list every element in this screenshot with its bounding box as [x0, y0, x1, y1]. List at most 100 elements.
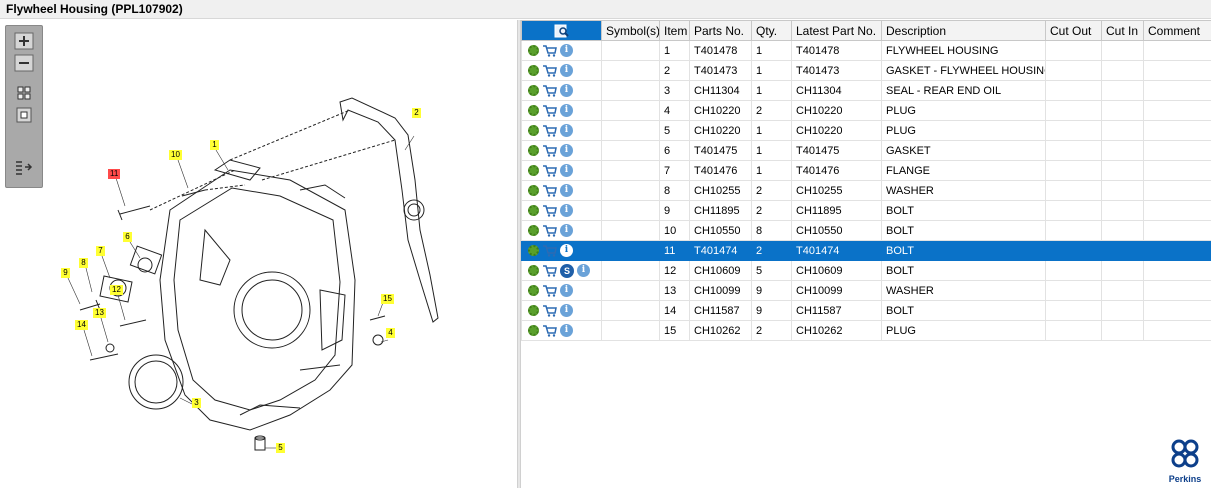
- shopping-cart-icon[interactable]: [542, 84, 557, 97]
- table-row[interactable]: i 9 CH11895 2 CH11895 BOLT: [521, 200, 1211, 221]
- latest-part-number-cell: CH11895: [791, 200, 882, 221]
- callout-10[interactable]: 10: [169, 150, 182, 160]
- table-row[interactable]: i 5 CH10220 1 CH10220 PLUG: [521, 120, 1211, 141]
- shopping-cart-icon[interactable]: [542, 164, 557, 177]
- info-icon[interactable]: i: [560, 164, 573, 177]
- col-latest-part-no[interactable]: Latest Part No.: [791, 20, 882, 41]
- shopping-cart-icon[interactable]: [542, 104, 557, 117]
- table-row[interactable]: i 14 CH11587 9 CH11587 BOLT: [521, 300, 1211, 321]
- gear-icon[interactable]: [528, 65, 539, 76]
- symbols-cell: [601, 280, 660, 301]
- cut-out-cell: [1045, 280, 1102, 301]
- cut-in-cell: [1101, 60, 1144, 81]
- row-actions: i: [521, 160, 602, 181]
- table-row[interactable]: i 11 T401474 2 T401474 BOLT: [521, 240, 1211, 261]
- shopping-cart-icon[interactable]: [542, 204, 557, 217]
- callout-5[interactable]: 5: [276, 443, 285, 453]
- info-icon[interactable]: i: [560, 84, 573, 97]
- gear-icon[interactable]: [528, 105, 539, 116]
- callout-13[interactable]: 13: [93, 308, 106, 318]
- row-actions: i: [521, 280, 602, 301]
- col-parts-no[interactable]: Parts No.: [689, 20, 752, 41]
- item-cell: 8: [659, 180, 690, 201]
- info-icon[interactable]: i: [560, 304, 573, 317]
- supersession-icon[interactable]: S: [560, 263, 574, 278]
- callout-3[interactable]: 3: [192, 398, 201, 408]
- table-row[interactable]: i 4 CH10220 2 CH10220 PLUG: [521, 100, 1211, 121]
- col-comment[interactable]: Comment: [1143, 20, 1211, 41]
- table-row[interactable]: i 8 CH10255 2 CH10255 WASHER: [521, 180, 1211, 201]
- info-icon[interactable]: i: [560, 44, 573, 57]
- symbols-cell: [601, 180, 660, 201]
- part-number-cell: CH10220: [689, 100, 752, 121]
- table-row[interactable]: i 6 T401475 1 T401475 GASKET: [521, 140, 1211, 161]
- gear-icon[interactable]: [528, 205, 539, 216]
- table-row[interactable]: i 1 T401478 1 T401478 FLYWHEEL HOUSING: [521, 40, 1211, 61]
- shopping-cart-icon[interactable]: [542, 284, 557, 297]
- info-icon[interactable]: i: [560, 324, 573, 337]
- table-row[interactable]: Si 12 CH10609 5 CH10609 BOLT: [521, 260, 1211, 281]
- shopping-cart-icon[interactable]: [542, 184, 557, 197]
- callout-7[interactable]: 7: [96, 246, 105, 256]
- shopping-cart-icon[interactable]: [542, 304, 557, 317]
- info-icon[interactable]: i: [560, 64, 573, 77]
- shopping-cart-icon[interactable]: [542, 324, 557, 337]
- gear-icon[interactable]: [528, 145, 539, 156]
- callout-14[interactable]: 14: [75, 320, 88, 330]
- gear-icon[interactable]: [528, 225, 539, 236]
- gear-icon[interactable]: [528, 185, 539, 196]
- callout-8[interactable]: 8: [79, 258, 88, 268]
- col-cut-in[interactable]: Cut In: [1101, 20, 1144, 41]
- info-icon[interactable]: i: [560, 144, 573, 157]
- gear-icon[interactable]: [528, 85, 539, 96]
- shopping-cart-icon[interactable]: [542, 264, 557, 277]
- table-row[interactable]: i 3 CH11304 1 CH11304 SEAL - REAR END OIL: [521, 80, 1211, 101]
- info-icon[interactable]: i: [560, 184, 573, 197]
- shopping-cart-icon[interactable]: [542, 144, 557, 157]
- info-icon[interactable]: i: [560, 204, 573, 217]
- callout-2[interactable]: 2: [412, 108, 421, 118]
- diagram-pane[interactable]: 1 2 3 4 5 6 7 8 9 10 11 12 13 14 15: [0, 20, 517, 488]
- callout-15[interactable]: 15: [381, 294, 394, 304]
- info-icon[interactable]: i: [560, 284, 573, 297]
- table-row[interactable]: i 15 CH10262 2 CH10262 PLUG: [521, 320, 1211, 341]
- info-icon[interactable]: i: [560, 104, 573, 117]
- gear-icon[interactable]: [528, 245, 539, 256]
- info-icon[interactable]: i: [577, 264, 590, 277]
- gear-icon[interactable]: [528, 285, 539, 296]
- shopping-cart-icon[interactable]: [542, 244, 557, 257]
- gear-icon[interactable]: [528, 45, 539, 56]
- gear-icon[interactable]: [528, 165, 539, 176]
- shopping-cart-icon[interactable]: [542, 44, 557, 57]
- callout-12[interactable]: 12: [110, 285, 123, 295]
- table-row[interactable]: i 7 T401476 1 T401476 FLANGE: [521, 160, 1211, 181]
- table-row[interactable]: i 10 CH10550 8 CH10550 BOLT: [521, 220, 1211, 241]
- info-icon[interactable]: i: [560, 244, 573, 257]
- parts-table-body: i 1 T401478 1 T401478 FLYWHEEL HOUSING i 2 T4014…: [521, 40, 1211, 341]
- gear-icon[interactable]: [528, 265, 539, 276]
- gear-icon[interactable]: [528, 305, 539, 316]
- shopping-cart-icon[interactable]: [542, 64, 557, 77]
- col-cut-out[interactable]: Cut Out: [1045, 20, 1102, 41]
- part-number-cell: T401475: [689, 140, 752, 161]
- gear-icon[interactable]: [528, 125, 539, 136]
- table-row[interactable]: i 13 CH10099 9 CH10099 WASHER: [521, 280, 1211, 301]
- col-item[interactable]: Item: [659, 20, 690, 41]
- info-icon[interactable]: i: [560, 224, 573, 237]
- callout-9[interactable]: 9: [61, 268, 70, 278]
- col-description[interactable]: Description: [881, 20, 1046, 41]
- col-symbols[interactable]: Symbol(s): [601, 20, 660, 41]
- gear-icon[interactable]: [528, 325, 539, 336]
- col-qty[interactable]: Qty.: [751, 20, 792, 41]
- shopping-cart-icon[interactable]: [542, 224, 557, 237]
- callout-11[interactable]: 11: [108, 169, 121, 179]
- latest-part-number-cell: CH10220: [791, 100, 882, 121]
- search-column-header[interactable]: [521, 20, 602, 41]
- info-icon[interactable]: i: [560, 124, 573, 137]
- table-row[interactable]: i 2 T401473 1 T401473 GASKET - FLYWHEEL HOUSI…: [521, 60, 1211, 81]
- callout-1[interactable]: 1: [210, 140, 219, 150]
- latest-part-number-cell: T401475: [791, 140, 882, 161]
- callout-4[interactable]: 4: [386, 328, 395, 338]
- shopping-cart-icon[interactable]: [542, 124, 557, 137]
- callout-6[interactable]: 6: [123, 232, 132, 242]
